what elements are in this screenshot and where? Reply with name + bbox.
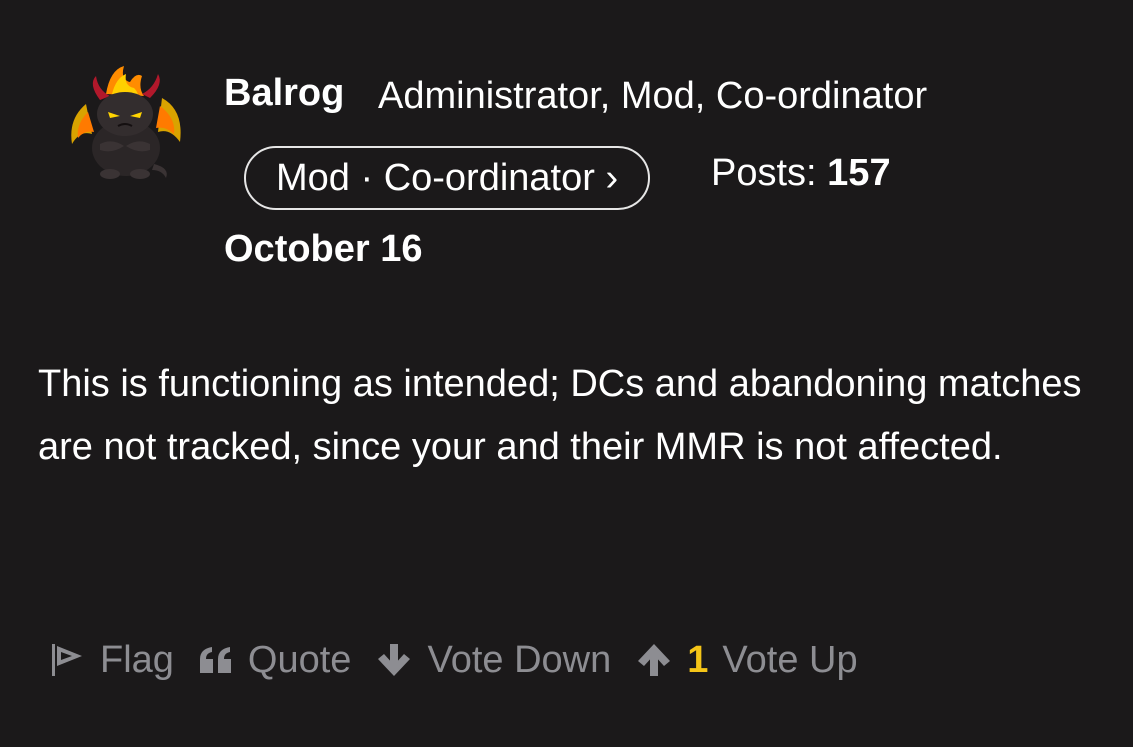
arrow-down-icon — [378, 644, 411, 676]
posts-number: 157 — [827, 152, 891, 194]
post-body: This is functioning as intended; DCs and… — [38, 363, 1082, 468]
author-roles: Administrator, Mod, Co-ordinator — [378, 75, 928, 117]
vote-down-label: Vote Down — [427, 638, 612, 681]
vote-up-button[interactable]: 1 Vote Up — [635, 638, 858, 682]
avatar[interactable] — [66, 64, 184, 182]
posts-label: Posts: — [711, 152, 817, 194]
posts-count: Posts: 157 — [711, 150, 891, 196]
author-name[interactable]: Balrog — [224, 70, 344, 116]
flag-icon — [52, 644, 82, 676]
arrow-up-icon — [638, 644, 671, 676]
vote-up-label: Vote Up — [722, 638, 858, 681]
flag-label: Flag — [100, 638, 174, 681]
quote-button[interactable]: Quote — [198, 638, 352, 682]
post-actions: Flag Quote Vote Down 1 Vote Up — [48, 630, 882, 690]
quote-icon — [199, 647, 231, 673]
role-badge[interactable]: Mod · Co-ordinator › — [244, 146, 651, 210]
balrog-avatar-icon — [71, 66, 181, 179]
forum-post: Balrog Administrator, Mod, Co-ordinator … — [0, 0, 1133, 747]
post-date[interactable]: October 16 — [224, 226, 423, 272]
vote-down-button[interactable]: Vote Down — [375, 639, 611, 682]
flag-button[interactable]: Flag — [48, 639, 174, 682]
vote-count: 1 — [687, 638, 709, 681]
quote-label: Quote — [247, 638, 352, 681]
